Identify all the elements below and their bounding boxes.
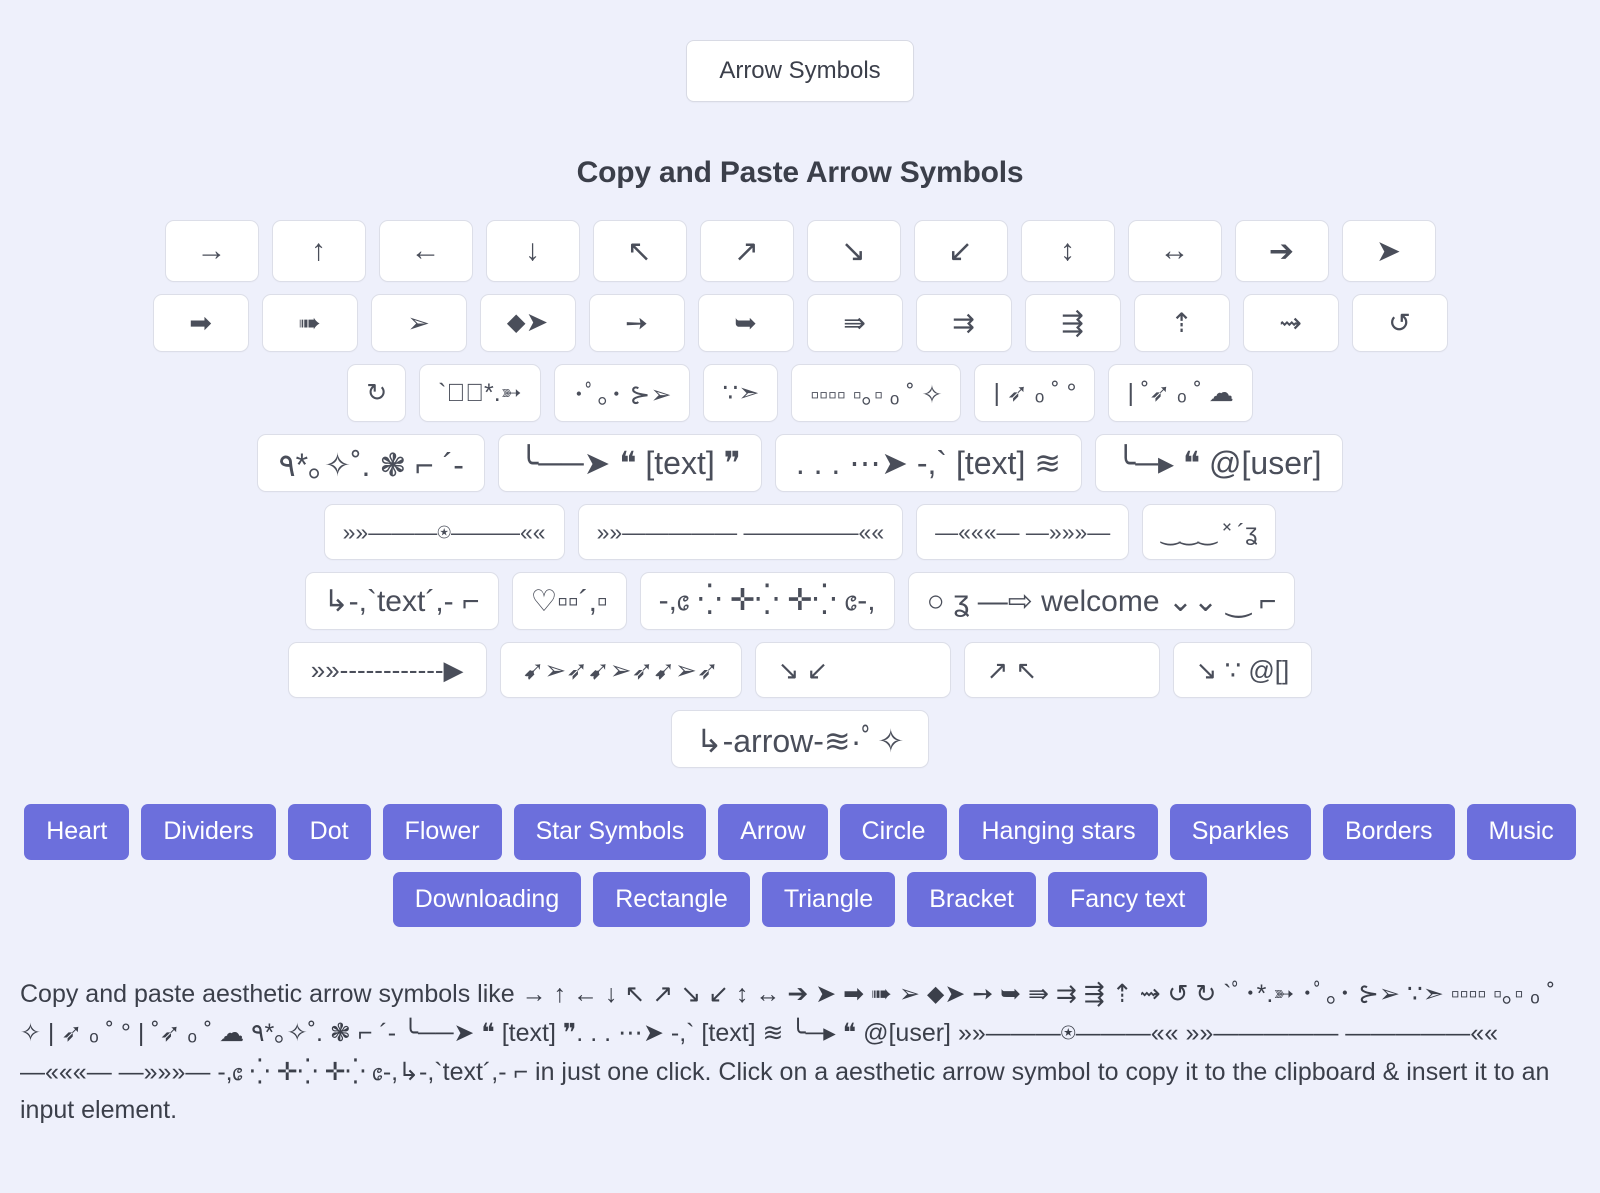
symbol-row-3: ↻ `ﾟ･*.➳ ･ﾟ｡･ ⊱➢ ∵➣ ▫▫▫▫ ▫｡▫ ₒ ˚ ✧ | ➶ ₒ… xyxy=(347,364,1253,422)
symbol-cell[interactable]: ↕ xyxy=(1020,220,1115,282)
symbol-cell[interactable]: ↔ xyxy=(1127,220,1222,282)
symbol-cell[interactable]: `ﾟ･*.➳ xyxy=(419,364,541,422)
tag-button-rectangle[interactable]: Rectangle xyxy=(593,871,750,927)
symbol-cell[interactable]: -,᥋ ⁛ ✛⁛ ✛⁛ ᥋-, xyxy=(639,572,895,630)
tag-button-area: Heart Dividers Dot Flower Star Symbols A… xyxy=(0,804,1600,927)
symbol-cell[interactable]: ↳-arrow-≋·ﾟ✧ xyxy=(670,710,930,768)
tag-button-bracket[interactable]: Bracket xyxy=(907,871,1036,927)
symbol-cell[interactable]: ╰─▸ ❝ @[user] xyxy=(1095,434,1343,492)
symbol-cell[interactable]: »»————— —————«« xyxy=(577,504,904,560)
symbol-cell[interactable]: ↓ xyxy=(485,220,580,282)
symbol-row-5: »»———⍟———«« »»————— —————«« —«««— —»»»— … xyxy=(323,504,1277,560)
tag-button-star-symbols[interactable]: Star Symbols xyxy=(513,804,707,860)
symbol-cell[interactable]: ↙ xyxy=(913,220,1008,282)
symbol-cell[interactable]: ○ ʓ —⇨ welcome ⌄⌄ ‿ ⌐ xyxy=(907,572,1296,630)
symbol-cell[interactable]: ↘ xyxy=(806,220,901,282)
symbol-cell[interactable]: ↻ xyxy=(347,364,407,422)
symbol-cell[interactable]: ↖ xyxy=(592,220,687,282)
symbol-cell-text: ↗ ↖ xyxy=(986,654,1038,685)
tag-button-hanging-stars[interactable]: Hanging stars xyxy=(959,804,1158,860)
symbol-cell[interactable]: | ➶ ₒ ˚ ° xyxy=(974,364,1096,422)
symbol-cell[interactable]: | ˚➶ ₒ ˚ ☁ xyxy=(1108,364,1253,422)
symbol-cell[interactable]: ↘ ↙ xyxy=(754,642,951,698)
symbol-cell[interactable]: ↗ xyxy=(699,220,794,282)
symbol-cell[interactable]: ➹➢➶➹➢➶➹➢➶ xyxy=(499,642,742,698)
symbol-cell[interactable]: ↳-,`text´,- ⌐ xyxy=(304,572,499,630)
symbol-row-6: ↳-,`text´,- ⌐ ♡▫▫´,▫ -,᥋ ⁛ ✛⁛ ✛⁛ ᥋-, ○ ʓ… xyxy=(304,572,1296,630)
symbol-cell[interactable]: ➠ xyxy=(261,294,358,352)
symbol-cell[interactable]: ↑ xyxy=(271,220,366,282)
symbol-cell[interactable]: ↺ xyxy=(1351,294,1448,352)
symbol-cell[interactable]: ➢ xyxy=(370,294,467,352)
page-root: Arrow Symbols Copy and Paste Arrow Symbo… xyxy=(0,0,1600,1193)
page-title: Copy and Paste Arrow Symbols xyxy=(576,156,1024,189)
symbol-cell[interactable]: ‿‿‿ ˟ ´ʓ xyxy=(1142,504,1277,560)
symbol-cell[interactable]: ╰──➤ ❝ [text] ❞ xyxy=(497,434,762,492)
symbol-cell[interactable]: ▫▫▫▫ ▫｡▫ ₒ ˚ ✧ xyxy=(791,364,962,422)
tag-button-triangle[interactable]: Triangle xyxy=(761,871,896,927)
symbol-cell-text: ↘ ↙ xyxy=(777,654,829,685)
symbol-cell[interactable]: ↗ ↖ xyxy=(963,642,1160,698)
tag-button-heart[interactable]: Heart xyxy=(24,804,130,860)
symbol-cell[interactable]: ⇛ xyxy=(806,294,903,352)
tag-button-borders[interactable]: Borders xyxy=(1322,804,1455,860)
symbol-cell[interactable]: ⇝ xyxy=(1242,294,1339,352)
symbol-cell[interactable]: ↘ ∵ @[] xyxy=(1172,642,1313,698)
symbol-cell[interactable]: ⇡ xyxy=(1133,294,1230,352)
symbol-cell[interactable]: ･ﾟ｡･ ⊱➢ xyxy=(553,364,691,422)
symbol-row-2: ➡ ➠ ➢ ⬥➤ ➙ ➥ ⇛ ⇉ ⇶ ⇡ ⇝ ↺ xyxy=(152,294,1448,352)
symbol-cell[interactable]: ⇶ xyxy=(1024,294,1121,352)
tag-button-downloading[interactable]: Downloading xyxy=(392,871,582,927)
tag-button-flower[interactable]: Flower xyxy=(382,804,502,860)
symbol-cell[interactable]: ➔ xyxy=(1234,220,1329,282)
symbol-cell[interactable]: ➥ xyxy=(697,294,794,352)
symbol-cell[interactable]: ⬥➤ xyxy=(479,294,576,352)
tag-button-circle[interactable]: Circle xyxy=(839,804,948,860)
tag-button-fancy-text[interactable]: Fancy text xyxy=(1047,871,1208,927)
symbol-cell[interactable]: —«««— —»»»— xyxy=(916,504,1130,560)
symbol-cell[interactable]: »»------------▶ xyxy=(287,642,487,698)
tag-button-dividers[interactable]: Dividers xyxy=(141,804,276,860)
symbol-row-1: → ↑ ← ↓ ↖ ↗ ↘ ↙ ↕ ↔ ➔ ➤ xyxy=(164,220,1436,282)
tag-button-sparkles[interactable]: Sparkles xyxy=(1169,804,1311,860)
tag-button-arrow[interactable]: Arrow xyxy=(718,804,828,860)
tag-row-2: Downloading Rectangle Triangle Bracket F… xyxy=(392,871,1208,927)
symbol-cell[interactable]: »»———⍟———«« xyxy=(323,504,565,560)
symbol-row-4: ٩*｡✧˚. ❃ ⌐ ´- ╰──➤ ❝ [text] ❞ . . . ⋯➤ -… xyxy=(257,434,1343,492)
tag-row-1: Heart Dividers Dot Flower Star Symbols A… xyxy=(24,804,1576,860)
top-pill-row: Arrow Symbols xyxy=(0,40,1600,102)
page-description: Copy and paste aesthetic arrow symbols l… xyxy=(20,980,1556,1125)
symbol-cell[interactable]: → xyxy=(164,220,259,282)
symbol-cell[interactable]: ➤ xyxy=(1341,220,1436,282)
tag-button-music[interactable]: Music xyxy=(1466,804,1576,860)
symbol-cell[interactable]: ← xyxy=(378,220,473,282)
category-pill-arrow-symbols[interactable]: Arrow Symbols xyxy=(686,40,914,102)
symbol-cell[interactable]: ∵➣ xyxy=(703,364,779,422)
symbol-row-8: ↳-arrow-≋·ﾟ✧ xyxy=(670,710,930,768)
symbol-cell[interactable]: ٩*｡✧˚. ❃ ⌐ ´- xyxy=(257,434,485,492)
symbol-cell[interactable]: ➙ xyxy=(588,294,685,352)
symbol-cell[interactable]: ♡▫▫´,▫ xyxy=(511,572,627,630)
symbol-grid: → ↑ ← ↓ ↖ ↗ ↘ ↙ ↕ ↔ ➔ ➤ ➡ ➠ ➢ ⬥➤ ➙ ➥ ⇛ ⇉… xyxy=(0,220,1600,768)
symbol-cell[interactable]: ⇉ xyxy=(915,294,1012,352)
symbol-cell[interactable]: . . . ⋯➤ -,` [text] ≋ xyxy=(774,434,1083,492)
tag-button-dot[interactable]: Dot xyxy=(287,804,371,860)
symbol-row-7: »»------------▶ ➹➢➶➹➢➶➹➢➶ ↘ ↙ ↗ ↖ ↘ ∵ @[… xyxy=(287,642,1313,698)
symbol-cell[interactable]: ➡ xyxy=(152,294,249,352)
